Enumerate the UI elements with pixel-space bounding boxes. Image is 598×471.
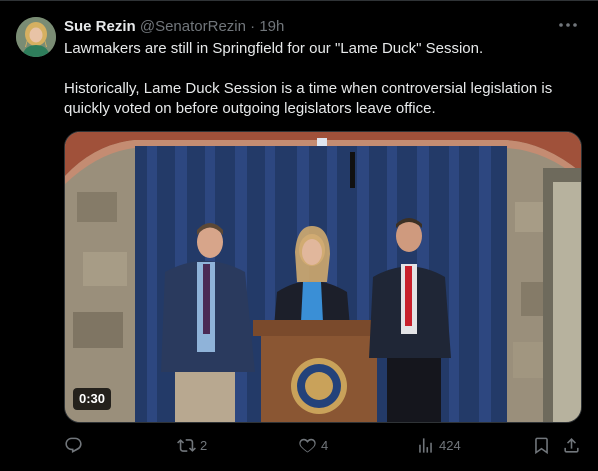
retweet-icon — [177, 438, 196, 452]
more-icon[interactable] — [556, 13, 580, 37]
retweet-button[interactable]: 2 — [177, 431, 207, 459]
like-icon — [299, 438, 316, 453]
views-count: 424 — [439, 437, 461, 453]
author-name[interactable]: Sue Rezin — [64, 18, 136, 35]
video-duration: 0:30 — [73, 388, 112, 410]
tweet-paragraph-2: Historically, Lame Duck Session is a tim… — [64, 80, 553, 117]
bookmark-button[interactable] — [532, 431, 551, 459]
retweet-count: 2 — [200, 437, 208, 453]
timestamp[interactable]: 19h — [259, 18, 284, 35]
tweet-header: Sue Rezin @SenatorRezin · 19h — [64, 17, 582, 37]
reply-icon — [65, 437, 82, 453]
video-player[interactable]: 0:30 — [64, 131, 582, 423]
video-frame — [65, 132, 581, 422]
tweet-text: Lawmakers are still in Springfield for o… — [64, 39, 582, 119]
action-bar: 2 4 424 — [64, 431, 582, 459]
tweet-paragraph-1: Lawmakers are still in Springfield for o… — [64, 40, 484, 57]
tweet[interactable]: Sue Rezin @SenatorRezin · 19h Lawmakers … — [0, 0, 598, 471]
separator-dot: · — [250, 18, 256, 35]
views-icon — [419, 437, 432, 453]
reply-button[interactable] — [64, 431, 87, 459]
author-handle[interactable]: @SenatorRezin — [140, 18, 246, 35]
bookmark-icon — [535, 437, 548, 454]
like-count: 4 — [321, 437, 329, 453]
views-button[interactable]: 424 — [416, 431, 461, 459]
share-button[interactable] — [562, 431, 581, 459]
share-icon — [564, 437, 579, 453]
like-button[interactable]: 4 — [298, 431, 328, 459]
avatar[interactable] — [16, 17, 56, 57]
